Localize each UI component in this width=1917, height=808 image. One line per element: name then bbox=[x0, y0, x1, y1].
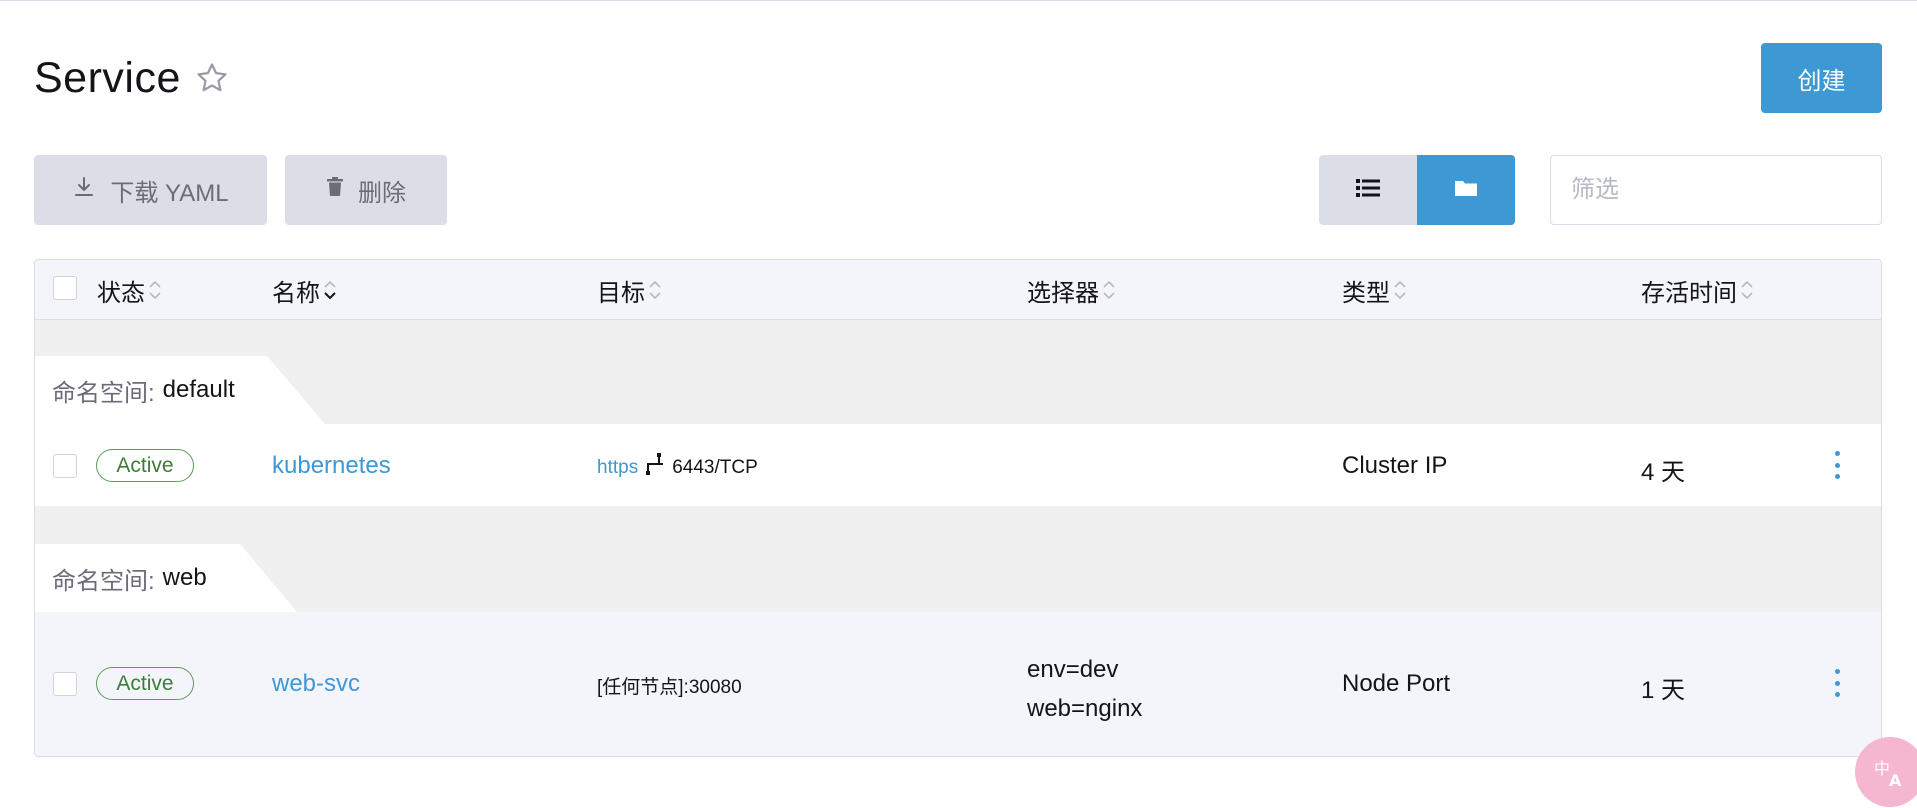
sort-icon bbox=[1101, 277, 1117, 303]
sort-icon bbox=[147, 277, 163, 303]
page-header: Service bbox=[34, 48, 229, 108]
delete-button[interactable]: 删除 bbox=[285, 155, 447, 225]
star-icon[interactable] bbox=[195, 61, 229, 95]
column-header-type[interactable]: 类型 bbox=[1342, 260, 1408, 320]
sort-icon bbox=[1739, 277, 1755, 303]
download-yaml-label: 下载 YAML bbox=[110, 179, 229, 207]
target-cell: https 6443/TCP bbox=[597, 453, 758, 483]
column-header-age[interactable]: 存活时间 bbox=[1641, 260, 1755, 320]
column-label: 存活时间 bbox=[1641, 279, 1737, 307]
list-view-button[interactable] bbox=[1319, 155, 1417, 225]
group-view-button[interactable] bbox=[1417, 155, 1515, 225]
svg-text:A: A bbox=[1889, 771, 1902, 790]
page-title: Service bbox=[34, 53, 181, 102]
selector-label: env=dev bbox=[1027, 656, 1119, 683]
network-icon bbox=[644, 453, 666, 483]
column-header-selector[interactable]: 选择器 bbox=[1027, 260, 1117, 320]
folder-icon bbox=[1454, 178, 1478, 203]
kebab-menu-icon[interactable] bbox=[1831, 451, 1843, 479]
table-row: Active kubernetes https 6443/TCP Cluster… bbox=[35, 424, 1881, 506]
column-label: 状态 bbox=[97, 279, 145, 307]
column-label: 选择器 bbox=[1027, 279, 1099, 307]
column-header-target[interactable]: 目标 bbox=[597, 260, 663, 320]
table-header: 状态 名称 目标 选择器 类型 存活时间 bbox=[35, 260, 1881, 320]
select-all-checkbox[interactable] bbox=[53, 276, 77, 300]
column-header-status[interactable]: 状态 bbox=[97, 260, 163, 320]
namespace-value: web bbox=[162, 564, 207, 591]
service-name-link[interactable]: kubernetes bbox=[272, 452, 391, 480]
row-checkbox[interactable] bbox=[53, 454, 77, 478]
target-port: 6443/TCP bbox=[672, 457, 758, 478]
top-border bbox=[0, 0, 1917, 1]
table-row: Active web-svc [任何节点]:30080 env=dev web=… bbox=[35, 612, 1881, 756]
namespace-group-label: 命名空间: default bbox=[35, 356, 235, 424]
status-badge: Active bbox=[96, 449, 194, 482]
age-cell: 1 天 bbox=[1641, 677, 1686, 704]
namespace-group-default: 命名空间: default bbox=[35, 356, 325, 424]
create-button-label: 创建 bbox=[1797, 67, 1846, 95]
column-header-name[interactable]: 名称 bbox=[272, 260, 338, 320]
sort-icon bbox=[647, 277, 663, 303]
namespace-group-web: 命名空间: web bbox=[35, 544, 325, 612]
row-checkbox[interactable] bbox=[53, 672, 77, 696]
trash-icon bbox=[326, 176, 344, 204]
namespace-label: 命名空间: bbox=[52, 567, 155, 595]
column-label: 目标 bbox=[597, 279, 645, 307]
column-label: 名称 bbox=[272, 279, 320, 307]
download-icon bbox=[72, 175, 96, 206]
namespace-label: 命名空间: bbox=[52, 379, 155, 407]
kebab-menu-icon[interactable] bbox=[1831, 669, 1843, 697]
sort-desc-icon bbox=[322, 277, 338, 303]
service-name-link[interactable]: web-svc bbox=[272, 670, 360, 698]
namespace-value: default bbox=[162, 376, 235, 403]
type-cell: Cluster IP bbox=[1342, 452, 1448, 479]
selector-label: web=nginx bbox=[1027, 695, 1143, 722]
sort-icon bbox=[1392, 277, 1408, 303]
download-yaml-button[interactable]: 下载 YAML bbox=[34, 155, 267, 225]
view-toggle bbox=[1319, 155, 1515, 225]
delete-label: 删除 bbox=[358, 179, 406, 207]
namespace-group-label: 命名空间: web bbox=[35, 544, 207, 612]
create-button[interactable]: 创建 bbox=[1761, 43, 1882, 113]
list-icon bbox=[1356, 178, 1380, 203]
filter-input[interactable] bbox=[1550, 155, 1882, 225]
status-badge: Active bbox=[96, 667, 194, 700]
target-cell: [任何节点]:30080 bbox=[597, 677, 742, 698]
target-protocol-link[interactable]: https bbox=[597, 457, 638, 479]
type-cell: Node Port bbox=[1342, 670, 1451, 697]
selector-cell: env=dev web=nginx bbox=[1027, 650, 1142, 728]
translate-icon[interactable]: 中A bbox=[1855, 737, 1917, 807]
age-cell: 4 天 bbox=[1641, 459, 1686, 486]
column-label: 类型 bbox=[1342, 279, 1390, 307]
services-table: 状态 名称 目标 选择器 类型 存活时间 命名空间: default Activ… bbox=[34, 259, 1882, 757]
svg-text:中: 中 bbox=[1874, 759, 1890, 778]
